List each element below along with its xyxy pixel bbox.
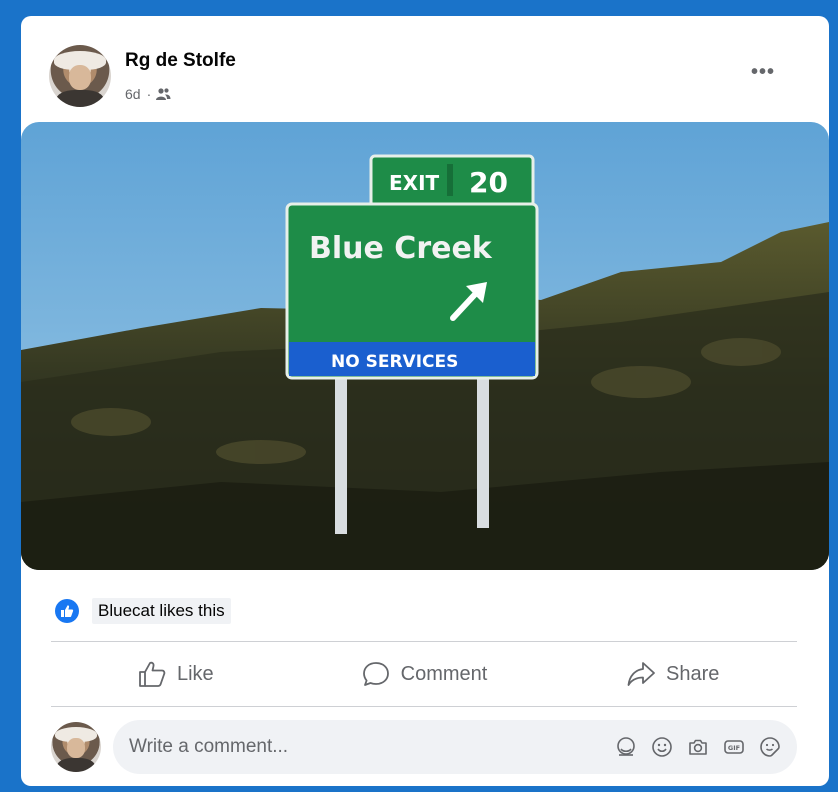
comment-input[interactable]: [129, 720, 549, 774]
share-button[interactable]: Share: [548, 644, 797, 704]
avatar-sticker-icon[interactable]: [613, 734, 639, 760]
thumbs-up-icon: [55, 599, 79, 623]
sign-services: NO SERVICES: [331, 352, 458, 372]
gif-icon[interactable]: GIF: [721, 734, 747, 760]
post-timestamp[interactable]: 6d: [125, 86, 141, 102]
comment-icon: [361, 660, 391, 688]
sign-exit-number: 20: [469, 166, 508, 199]
sign-destination: Blue Creek: [309, 231, 493, 266]
post-card: Rg de Stolfe 6d · ••• EXIT 20 Blue Creek…: [21, 16, 829, 786]
svg-text:GIF: GIF: [728, 744, 740, 752]
divider-bottom: [51, 706, 797, 707]
post-actions: Like Comment Share: [51, 644, 797, 704]
meta-separator: ·: [146, 86, 152, 102]
more-options-button[interactable]: •••: [745, 60, 781, 84]
sign-exit-label: EXIT: [389, 171, 440, 195]
sticker-icon[interactable]: [757, 734, 783, 760]
emoji-icon[interactable]: [649, 734, 675, 760]
camera-icon[interactable]: [685, 734, 711, 760]
share-icon: [626, 660, 656, 688]
divider-top: [51, 641, 797, 642]
like-label: Like: [176, 662, 214, 685]
post-photo[interactable]: EXIT 20 Blue Creek NO SERVICES: [21, 122, 829, 570]
comment-button[interactable]: Comment: [300, 644, 549, 704]
comment-tools: GIF: [613, 720, 783, 774]
author-name[interactable]: Rg de Stolfe: [125, 50, 236, 72]
likes-summary-text[interactable]: Bluecat likes this: [92, 598, 231, 624]
window-frame: Rg de Stolfe 6d · ••• EXIT 20 Blue Creek…: [6, 6, 832, 786]
comment-label: Comment: [400, 662, 488, 685]
comment-box[interactable]: GIF: [113, 720, 797, 774]
commenter-avatar[interactable]: [51, 722, 101, 772]
friends-icon[interactable]: [155, 87, 171, 101]
share-label: Share: [665, 662, 720, 685]
author-avatar[interactable]: [49, 45, 111, 107]
like-button[interactable]: Like: [51, 644, 300, 704]
reactions-summary[interactable]: Bluecat likes this: [55, 596, 231, 626]
post-meta: 6d ·: [125, 86, 171, 102]
like-icon: [137, 660, 167, 688]
